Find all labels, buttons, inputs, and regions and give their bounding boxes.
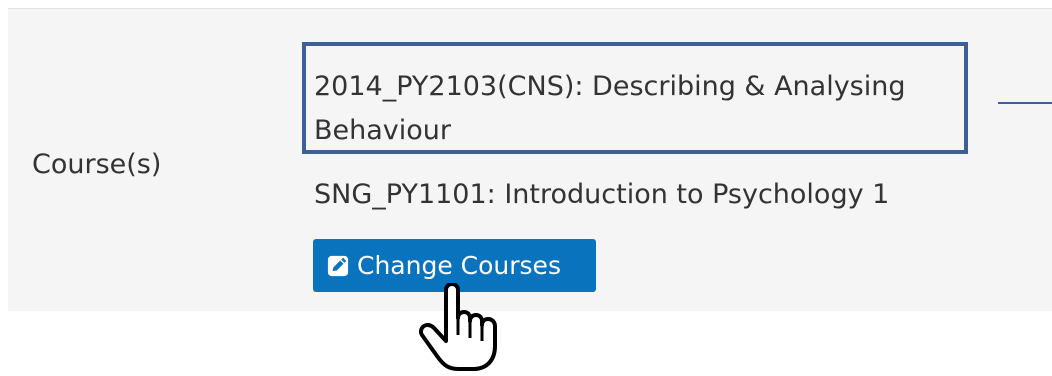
edit-icon xyxy=(327,255,349,276)
course-item-2: SNG_PY1101: Introduction to Psychology 1 xyxy=(314,179,890,210)
hand-pointer-icon xyxy=(418,283,497,371)
highlight-connector-line xyxy=(998,102,1052,104)
change-courses-label: Change Courses xyxy=(357,251,561,280)
field-label: Course(s) xyxy=(32,149,162,180)
course-panel: Course(s) 2014_PY2103(CNS): Describing &… xyxy=(8,8,1052,311)
course-item-1: 2014_PY2103(CNS): Describing & Analysing… xyxy=(314,71,906,146)
